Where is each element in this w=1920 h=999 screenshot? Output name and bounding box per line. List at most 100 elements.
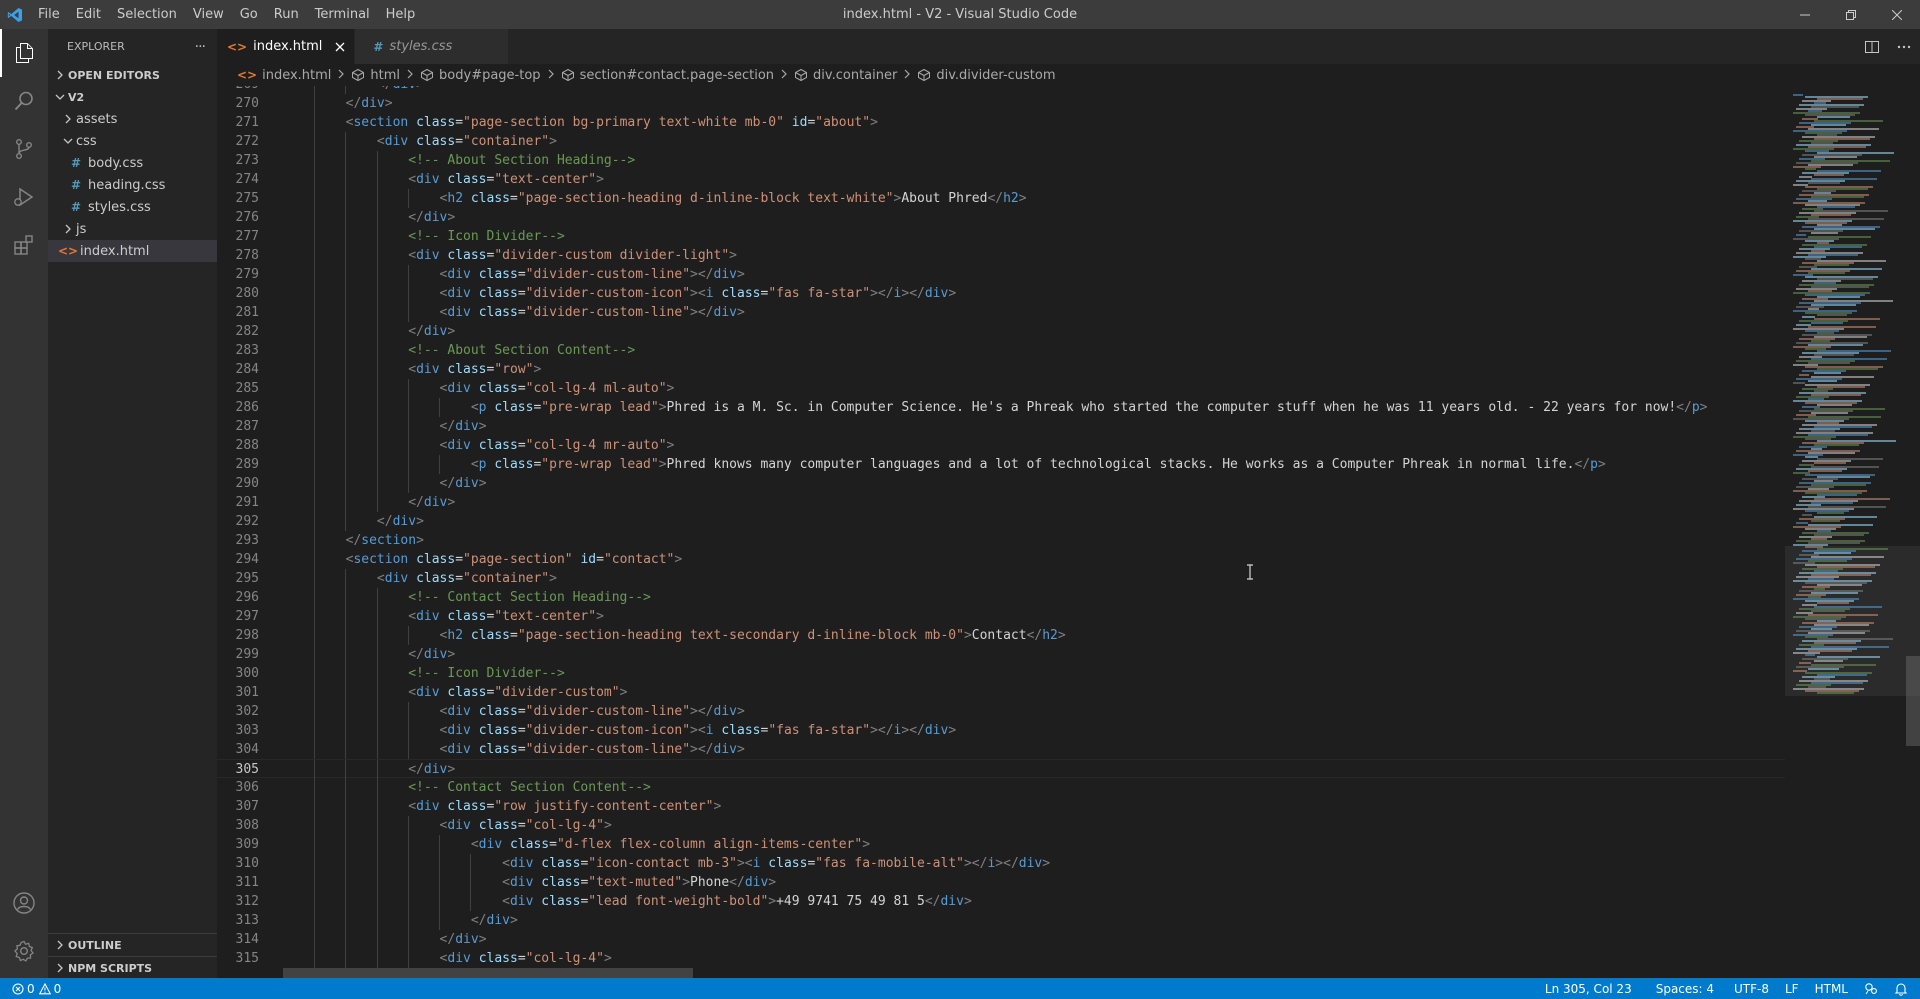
code-line[interactable]: 273 <!-- About Section Heading--> — [217, 151, 1785, 170]
tab-styles-css[interactable]: # styles.css — [355, 29, 510, 64]
encoding[interactable]: UTF-8 — [1726, 978, 1777, 999]
code-line[interactable]: 297 <div class="text-center"> — [217, 607, 1785, 626]
code-line[interactable]: 285 <div class="col-lg-4 ml-auto"> — [217, 379, 1785, 398]
code-line[interactable]: 298 <h2 class="page-section-heading text… — [217, 626, 1785, 645]
folder-root[interactable]: V2 — [48, 86, 217, 108]
close-tab-button[interactable] — [332, 42, 348, 52]
split-editor-button[interactable] — [1856, 39, 1888, 55]
open-editors-section[interactable]: OPEN EDITORS — [48, 64, 217, 86]
problems-indicator[interactable]: 0 0 — [0, 978, 69, 999]
code-line[interactable]: 310 <div class="icon-contact mb-3"><i cl… — [217, 854, 1785, 873]
code-editor[interactable]: 269 </div>270 </div>271 <section class="… — [217, 86, 1785, 978]
code-line[interactable]: 274 <div class="text-center"> — [217, 170, 1785, 189]
more-actions-button[interactable] — [1888, 39, 1920, 55]
code-line[interactable]: 313 </div> — [217, 911, 1785, 930]
code-line[interactable]: 307 <div class="row justify-content-cent… — [217, 797, 1785, 816]
folder-item-css[interactable]: css — [48, 130, 217, 152]
code-line[interactable]: 300 <!-- Icon Divider--> — [217, 664, 1785, 683]
folder-item-js[interactable]: js — [48, 218, 217, 240]
code-line[interactable]: 291 </div> — [217, 493, 1785, 512]
restore-button[interactable] — [1828, 0, 1874, 29]
breadcrumb-item[interactable]: body#page-top — [420, 68, 541, 83]
code-line[interactable]: 271 <section class="page-section bg-prim… — [217, 113, 1785, 132]
code-line[interactable]: 275 <h2 class="page-section-heading d-in… — [217, 189, 1785, 208]
code-line[interactable]: 294 <section class="page-section" id="co… — [217, 550, 1785, 569]
menu-item-file[interactable]: File — [30, 0, 68, 29]
code-line[interactable]: 309 <div class="d-flex flex-column align… — [217, 835, 1785, 854]
search-button[interactable] — [0, 77, 48, 125]
code-line[interactable]: 315 <div class="col-lg-4"> — [217, 949, 1785, 968]
code-line[interactable]: 287 </div> — [217, 417, 1785, 436]
file-item-heading-css[interactable]: # heading.css — [48, 174, 217, 196]
code-line[interactable]: 278 <div class="divider-custom divider-l… — [217, 246, 1785, 265]
outline-section[interactable]: OUTLINE — [48, 933, 217, 956]
code-line[interactable]: 301 <div class="divider-custom"> — [217, 683, 1785, 702]
run-debug-button[interactable] — [0, 173, 48, 221]
code-line[interactable]: 280 <div class="divider-custom-icon"><i … — [217, 284, 1785, 303]
breadcrumb-item[interactable]: div.divider-custom — [917, 68, 1056, 83]
code-line[interactable]: 304 <div class="divider-custom-line"></d… — [217, 740, 1785, 759]
menu-item-view[interactable]: View — [185, 0, 232, 29]
menu-item-selection[interactable]: Selection — [109, 0, 185, 29]
code-line[interactable]: 302 <div class="divider-custom-line"></d… — [217, 702, 1785, 721]
code-line[interactable]: 303 <div class="divider-custom-icon"><i … — [217, 721, 1785, 740]
explorer-button[interactable] — [0, 29, 48, 77]
source-control-button[interactable] — [0, 125, 48, 173]
code-line[interactable]: 305 </div> — [217, 759, 1785, 779]
manage-button[interactable] — [0, 927, 48, 975]
vertical-scrollbar[interactable] — [1906, 656, 1920, 746]
code-line[interactable]: 314 </div> — [217, 930, 1785, 949]
file-item-index-html[interactable]: <> index.html — [48, 240, 217, 262]
code-line[interactable]: 281 <div class="divider-custom-line"></d… — [217, 303, 1785, 322]
end-of-line[interactable]: LF — [1777, 978, 1807, 999]
indentation[interactable]: Spaces: 4 — [1644, 978, 1726, 999]
code-line[interactable]: 272 <div class="container"> — [217, 132, 1785, 151]
close-window-button[interactable] — [1874, 0, 1920, 29]
menu-item-run[interactable]: Run — [266, 0, 307, 29]
code-line[interactable]: 277 <!-- Icon Divider--> — [217, 227, 1785, 246]
code-line[interactable]: 312 <div class="lead font-weight-bold">+… — [217, 892, 1785, 911]
tab-index-html[interactable]: <> index.html — [217, 29, 356, 64]
minimap[interactable] — [1785, 86, 1920, 978]
menu-item-terminal[interactable]: Terminal — [307, 0, 378, 29]
file-item-styles-css[interactable]: # styles.css — [48, 196, 217, 218]
minimize-button[interactable] — [1782, 0, 1828, 29]
code-line[interactable]: 286 <p class="pre-wrap lead">Phred is a … — [217, 398, 1785, 417]
code-line[interactable]: 306 <!-- Contact Section Content--> — [217, 778, 1785, 797]
code-line[interactable]: 293 </section> — [217, 531, 1785, 550]
cursor-position[interactable]: Ln 305, Col 23 — [1533, 978, 1644, 999]
file-item-body-css[interactable]: # body.css — [48, 152, 217, 174]
accounts-button[interactable] — [0, 879, 48, 927]
code-line[interactable]: 288 <div class="col-lg-4 mr-auto"> — [217, 436, 1785, 455]
menu-item-edit[interactable]: Edit — [68, 0, 109, 29]
menu-item-go[interactable]: Go — [232, 0, 266, 29]
menu-item-help[interactable]: Help — [378, 0, 424, 29]
code-line[interactable]: 279 <div class="divider-custom-line"></d… — [217, 265, 1785, 284]
code-line[interactable]: 276 </div> — [217, 208, 1785, 227]
code-line[interactable]: 296 <!-- Contact Section Heading--> — [217, 588, 1785, 607]
code-line[interactable]: 295 <div class="container"> — [217, 569, 1785, 588]
folder-item-assets[interactable]: assets — [48, 108, 217, 130]
feedback-button[interactable] — [1856, 978, 1886, 999]
notifications-button[interactable] — [1886, 978, 1920, 999]
breadcrumb-item[interactable]: section#contact.page-section — [561, 68, 774, 83]
code-line[interactable]: 292 </div> — [217, 512, 1785, 531]
code-line[interactable]: 283 <!-- About Section Content--> — [217, 341, 1785, 360]
code-line[interactable]: 299 </div> — [217, 645, 1785, 664]
language-mode[interactable]: HTML — [1807, 978, 1856, 999]
code-line[interactable]: 290 </div> — [217, 474, 1785, 493]
breadcrumb-item[interactable]: div.container — [794, 68, 897, 83]
extensions-button[interactable] — [0, 221, 48, 269]
horizontal-scrollbar[interactable] — [283, 968, 693, 978]
more-actions-icon[interactable]: ··· — [195, 39, 206, 55]
breadcrumb-item[interactable]: <> index.html — [237, 68, 331, 83]
code-line[interactable]: 284 <div class="row"> — [217, 360, 1785, 379]
code-line[interactable]: 311 <div class="text-muted">Phone</div> — [217, 873, 1785, 892]
code-line[interactable]: 282 </div> — [217, 322, 1785, 341]
code-line[interactable]: 289 <p class="pre-wrap lead">Phred knows… — [217, 455, 1785, 474]
code-line[interactable]: 269 </div> — [217, 86, 1785, 94]
npm-scripts-section[interactable]: NPM SCRIPTS — [48, 956, 217, 979]
code-line[interactable]: 270 </div> — [217, 94, 1785, 113]
breadcrumb-item[interactable]: html — [351, 68, 400, 83]
code-line[interactable]: 308 <div class="col-lg-4"> — [217, 816, 1785, 835]
